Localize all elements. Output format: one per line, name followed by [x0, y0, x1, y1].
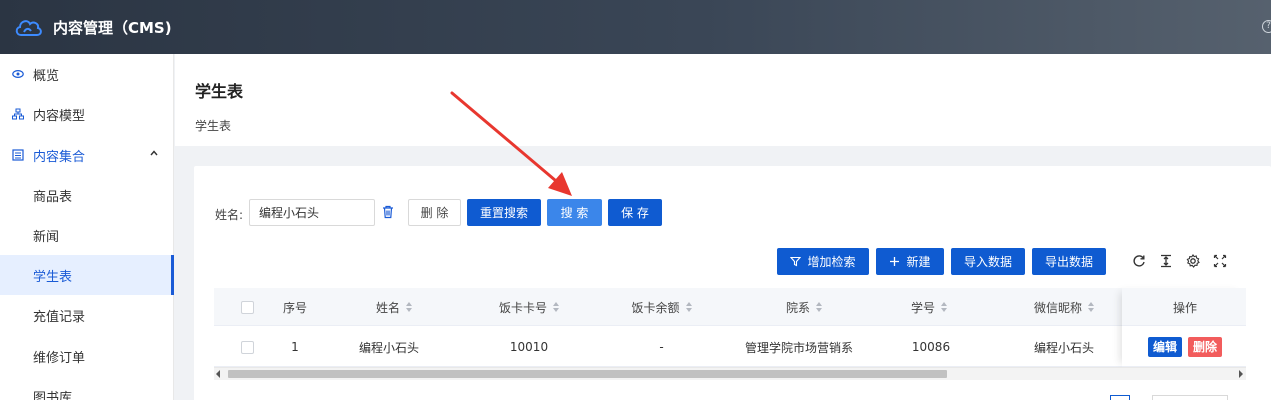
table-row: 1 编程小石头 10010 - 管理学院市场营销系 10086 编程小石头 编辑… [214, 327, 1246, 367]
cell-student-no: 10086 [911, 340, 951, 354]
sidebar-item-label: 充值记录 [33, 309, 86, 325]
pagination-current-page[interactable] [1110, 395, 1130, 400]
name-label: 姓名: [215, 208, 244, 222]
cell-dept: 管理学院市场营销系 [744, 340, 853, 355]
sidebar-item-label: 商品表 [33, 189, 73, 205]
horizontal-scrollbar[interactable] [214, 367, 1246, 380]
import-data-button[interactable]: 导入数据 [951, 248, 1025, 275]
cell-card-no: 10010 [509, 340, 549, 354]
sidebar-item-recharge[interactable]: 充值记录 [0, 295, 174, 335]
scroll-left-arrow-icon[interactable] [216, 370, 220, 378]
export-data-button[interactable]: 导出数据 [1032, 248, 1106, 275]
cell-wechat: 编程小石头 [1033, 340, 1094, 355]
sidebar-item-label: 图书库 [33, 390, 73, 400]
new-button[interactable]: 新建 [876, 248, 944, 275]
sort-icon [406, 302, 412, 312]
column-header-name[interactable]: 姓名 [339, 288, 449, 326]
fullscreen-icon[interactable] [1213, 254, 1227, 268]
page-title: 学生表 [195, 82, 244, 101]
app-title: 内容管理（CMS) [53, 19, 172, 37]
column-header-wechat[interactable]: 微信昵称 [1004, 288, 1124, 326]
column-header-card-no[interactable]: 饭卡卡号 [469, 288, 589, 326]
scroll-right-arrow-icon[interactable] [1239, 370, 1243, 378]
settings-icon[interactable] [1186, 254, 1200, 268]
add-filter-button[interactable]: 增加检索 [777, 248, 869, 275]
sort-icon [1088, 302, 1094, 312]
sidebar-item-products[interactable]: 商品表 [0, 175, 174, 215]
column-header-balance[interactable]: 饭卡余额 [604, 288, 719, 326]
cloud-logo-icon [15, 20, 42, 36]
help-icon[interactable]: ? [1262, 20, 1271, 33]
sidebar-item-label: 学生表 [33, 269, 73, 285]
column-height-icon[interactable] [1159, 254, 1173, 268]
sidebar-item-label: 维修订单 [33, 350, 86, 366]
chevron-up-icon[interactable] [150, 149, 158, 157]
select-all-checkbox[interactable] [234, 288, 260, 326]
sidebar-item-label: 内容集合 [33, 149, 86, 165]
search-button[interactable]: 搜 索 [547, 199, 602, 226]
name-search-input[interactable] [249, 199, 375, 226]
sort-icon [685, 302, 692, 312]
sidebar-item-library[interactable]: 图书库 [0, 376, 174, 400]
sort-icon [941, 302, 947, 312]
trash-icon[interactable] [382, 205, 394, 219]
sidebar-item-label: 概览 [33, 68, 60, 84]
fixed-actions-column-shadow [1122, 288, 1246, 367]
sidebar-item-overview[interactable]: 概览 [0, 54, 174, 94]
sidebar-item-students[interactable]: 学生表 [0, 255, 174, 295]
refresh-icon[interactable] [1132, 254, 1146, 268]
sidebar-item-news[interactable]: 新闻 [0, 215, 174, 255]
sitemap-icon [12, 108, 24, 120]
page-header: 学生表 学生表 [175, 54, 1271, 146]
app-header: 内容管理（CMS) ? [0, 0, 1271, 54]
sidebar-item-content-collection[interactable]: 内容集合 [0, 135, 174, 175]
column-header-dept[interactable]: 院系 [729, 288, 879, 326]
column-header-student-no[interactable]: 学号 [874, 288, 984, 326]
pagination-size-select[interactable] [1152, 395, 1228, 400]
row-checkbox[interactable] [234, 327, 260, 367]
sidebar-item-content-model[interactable]: 内容模型 [0, 94, 174, 134]
cell-name: 编程小石头 [358, 340, 419, 355]
sidebar: 概览 内容模型 内容集合 商品表 新闻 学生表 充值记录 维修订单 图书库 [0, 54, 174, 400]
sidebar-item-repair-orders[interactable]: 维修订单 [0, 336, 174, 376]
sidebar-item-label: 内容模型 [33, 108, 86, 124]
eye-icon [12, 69, 24, 79]
cell-balance: - [659, 340, 664, 354]
list-icon [12, 149, 24, 161]
table-header: 序号 姓名 饭卡卡号 饭卡余额 院系 学号 微信昵称 操作 [214, 288, 1246, 326]
sort-icon [816, 302, 822, 312]
column-header-index: 序号 [282, 300, 307, 315]
save-button[interactable]: 保 存 [608, 199, 662, 226]
reset-search-button[interactable]: 重置搜索 [467, 199, 541, 226]
plus-icon [890, 257, 900, 266]
filter-icon [790, 256, 802, 267]
cell-index: 1 [291, 340, 299, 354]
sidebar-item-label: 新闻 [33, 229, 60, 245]
scrollbar-thumb[interactable] [228, 370, 947, 378]
delete-button[interactable]: 删 除 [408, 199, 461, 226]
page-subtitle: 学生表 [195, 119, 232, 133]
sort-icon [553, 302, 559, 312]
